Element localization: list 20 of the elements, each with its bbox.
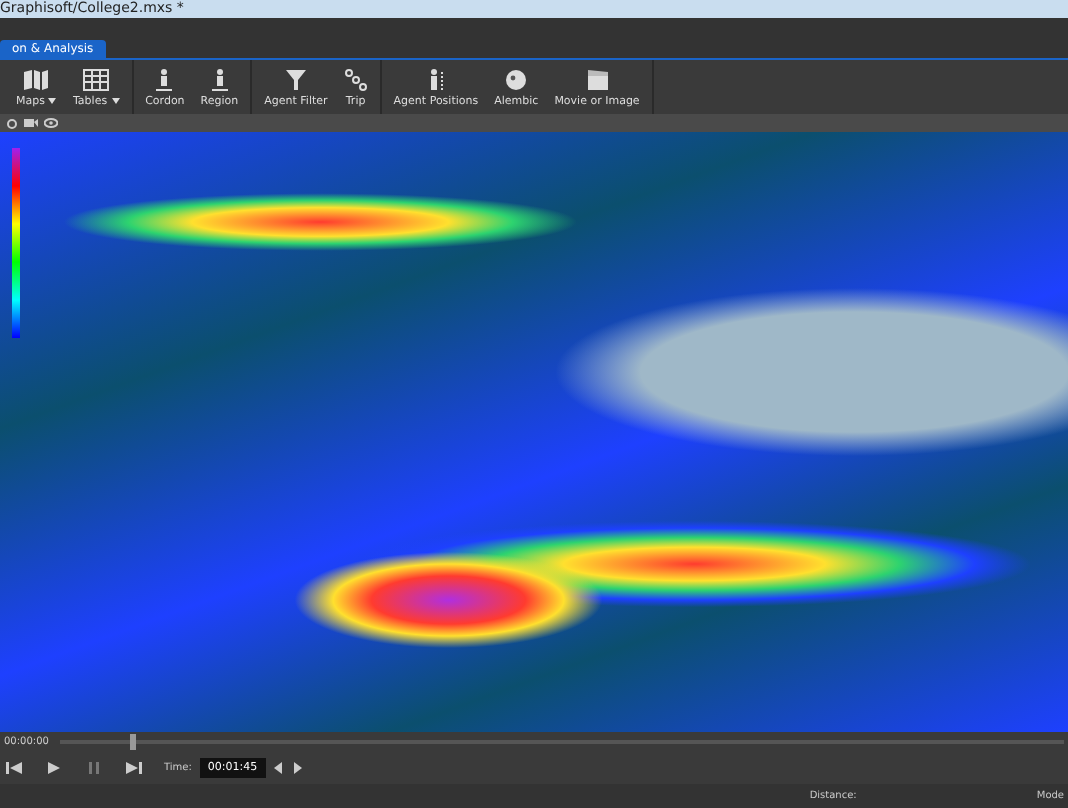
person-icon bbox=[154, 67, 175, 91]
caret-icon bbox=[48, 98, 57, 104]
pause-button[interactable] bbox=[84, 758, 104, 778]
chain-icon bbox=[343, 67, 368, 91]
clapperboard-icon bbox=[585, 67, 609, 91]
caret-icon bbox=[111, 98, 120, 104]
person-icon bbox=[209, 67, 230, 91]
heatmap-3d-view[interactable] bbox=[0, 132, 1068, 732]
step-back-icon[interactable] bbox=[273, 762, 284, 774]
skip-back-button[interactable] bbox=[4, 758, 24, 778]
map-icon bbox=[22, 67, 51, 91]
step-forward-icon[interactable] bbox=[291, 762, 302, 774]
eye-icon[interactable] bbox=[44, 118, 58, 128]
table-icon bbox=[82, 67, 111, 91]
camera-icon[interactable] bbox=[24, 118, 38, 128]
timeline-thumb[interactable] bbox=[129, 734, 136, 750]
filter-icon bbox=[283, 67, 308, 91]
sphere-icon bbox=[504, 67, 529, 91]
play-button[interactable] bbox=[44, 758, 64, 778]
skip-forward-button[interactable] bbox=[124, 758, 144, 778]
